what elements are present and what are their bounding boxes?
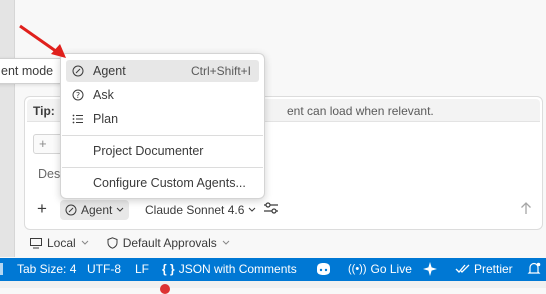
- monitor-icon: [30, 237, 42, 248]
- menu-item-project-documenter-label: Project Documenter: [93, 144, 204, 158]
- settings-sliders-icon: [264, 202, 278, 214]
- language-item[interactable]: { } JSON with Comments: [162, 262, 297, 276]
- broadcast-icon: ((•)): [348, 263, 367, 275]
- chevron-down-icon: [81, 240, 89, 245]
- add-context-chip[interactable]: +: [33, 134, 63, 154]
- encoding-label: UTF-8: [87, 262, 121, 276]
- add-button[interactable]: +: [37, 200, 47, 218]
- arrow-up-icon: [521, 202, 531, 214]
- menu-separator: [62, 135, 263, 136]
- menu-item-configure-custom-agents-label: Configure Custom Agents...: [93, 176, 246, 190]
- braces-icon: { }: [162, 262, 175, 276]
- mode-tooltip-text: ent mode: [1, 64, 54, 78]
- chevron-down-icon: [249, 207, 256, 212]
- encoding-item[interactable]: UTF-8: [87, 262, 121, 276]
- menu-item-agent[interactable]: Agent Ctrl+Shift+I: [66, 60, 259, 82]
- chat-footer-row: Local Default Approvals: [30, 233, 230, 253]
- go-live-label: Go Live: [370, 262, 412, 276]
- status-bar: Tab Size: 4 UTF-8 LF { } JSON with Comme…: [0, 258, 546, 281]
- agent-icon: [71, 65, 85, 77]
- menu-separator: [62, 167, 263, 168]
- status-divider-left: [0, 262, 6, 276]
- menu-item-agent-label: Agent: [93, 64, 126, 78]
- eol-label: LF: [135, 262, 150, 276]
- agent-picker-label: Agent: [81, 203, 113, 217]
- red-annotation-arrow-icon: [19, 24, 66, 58]
- local-picker[interactable]: Local: [30, 236, 89, 250]
- menu-item-plan-label: Plan: [93, 112, 119, 126]
- copilot-item[interactable]: [315, 262, 332, 276]
- prettier-label: Prettier: [474, 262, 513, 276]
- sparkle-icon: [423, 262, 437, 276]
- notifications-item[interactable]: [527, 262, 541, 276]
- tip-label: Tip:: [33, 104, 55, 118]
- plan-icon: [71, 113, 85, 125]
- agent-icon: [65, 204, 77, 216]
- model-picker-label: Claude Sonnet 4.6: [145, 203, 245, 217]
- chevron-down-icon: [117, 207, 124, 212]
- tab-size-label: Tab Size: 4: [17, 262, 77, 276]
- sparkle-item[interactable]: [423, 262, 437, 276]
- model-picker-button[interactable]: Claude Sonnet 4.6: [145, 203, 256, 217]
- eol-item[interactable]: LF: [135, 262, 149, 276]
- svg-text:?: ?: [76, 91, 80, 100]
- local-label: Local: [47, 236, 76, 250]
- agent-mode-menu: Agent Ctrl+Shift+I ? Ask Plan Project Do…: [60, 53, 265, 199]
- approvals-label: Default Approvals: [122, 236, 217, 250]
- chat-input-placeholder[interactable]: Des: [38, 167, 60, 181]
- send-button[interactable]: [520, 201, 532, 218]
- shield-icon: [107, 237, 118, 249]
- agent-picker-button[interactable]: Agent: [60, 200, 130, 220]
- language-label: JSON with Comments: [178, 262, 297, 276]
- status-marker-icon: [0, 263, 3, 275]
- tools-button[interactable]: [263, 201, 279, 218]
- copilot-icon: [317, 263, 330, 275]
- bell-icon: [527, 262, 541, 274]
- chat-toolbar: + Agent Claude Sonnet 4.6: [25, 198, 542, 222]
- menu-item-ask-label: Ask: [93, 88, 114, 102]
- menu-item-ask[interactable]: ? Ask: [66, 84, 259, 106]
- record-indicator-icon: [160, 284, 170, 294]
- menu-item-project-documenter[interactable]: Project Documenter: [66, 140, 259, 162]
- tab-size-item[interactable]: Tab Size: 4: [17, 262, 76, 276]
- window-bottom-edge: [0, 281, 546, 288]
- tip-text: ent can load when relevant.: [287, 104, 434, 118]
- approvals-picker[interactable]: Default Approvals: [107, 236, 230, 250]
- left-panel-strip: [0, 0, 15, 257]
- go-live-item[interactable]: ((•)) Go Live: [348, 262, 412, 276]
- menu-item-plan[interactable]: Plan: [66, 108, 259, 130]
- menu-item-configure-custom-agents[interactable]: Configure Custom Agents...: [66, 172, 259, 194]
- menu-item-agent-shortcut: Ctrl+Shift+I: [190, 64, 251, 78]
- double-check-icon: [455, 264, 470, 273]
- prettier-item[interactable]: Prettier: [455, 262, 513, 276]
- chevron-down-icon: [222, 240, 230, 245]
- plus-icon: +: [39, 136, 47, 151]
- ask-icon: ?: [71, 89, 85, 101]
